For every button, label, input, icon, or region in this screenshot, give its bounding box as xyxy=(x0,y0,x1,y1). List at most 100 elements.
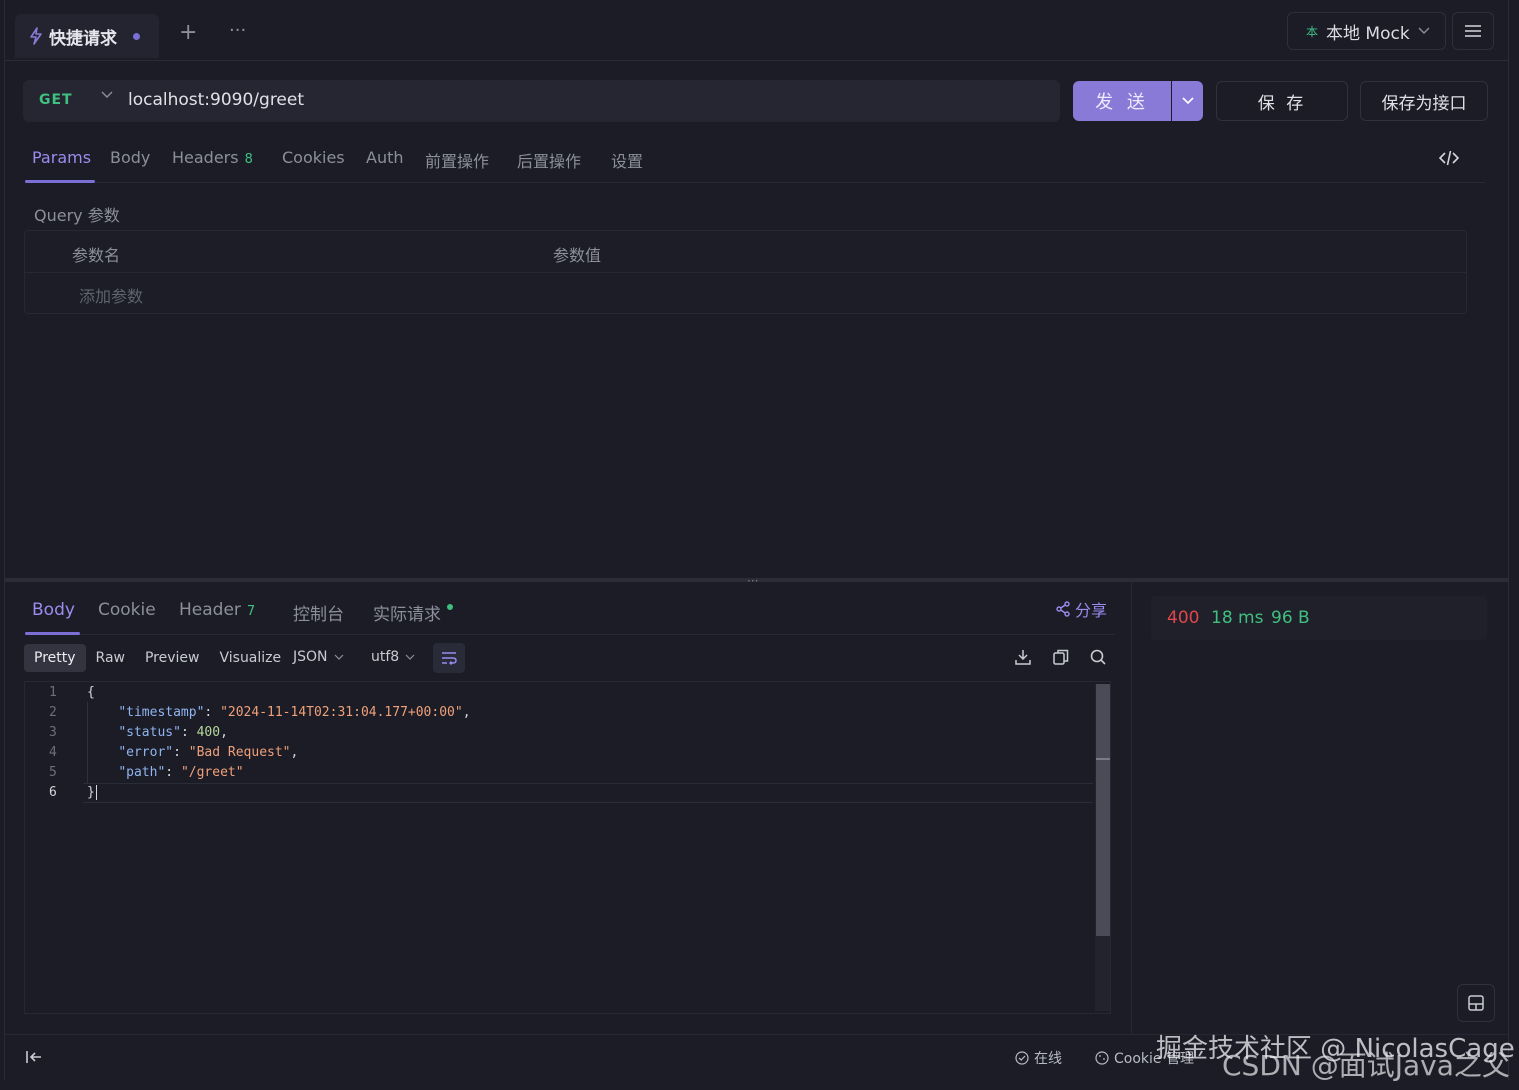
more-tabs-button[interactable]: ··· xyxy=(229,20,246,41)
line-number: 2 xyxy=(49,705,57,720)
request-tab[interactable]: 快捷请求 xyxy=(15,14,159,58)
line-number-gutter: 1 2 3 4 5 6 xyxy=(25,682,83,1013)
tab-response-header[interactable]: Header 7 xyxy=(179,600,255,620)
json-comma: , xyxy=(462,705,471,720)
json-key: "path" xyxy=(118,765,166,780)
headers-count: 8 xyxy=(244,152,253,167)
json-comma: , xyxy=(220,725,228,740)
query-params-table: 参数名 参数值 添加参数 xyxy=(24,230,1467,314)
encoding-dropdown[interactable]: utf8 xyxy=(371,649,415,665)
request-tab-title: 快捷请求 xyxy=(49,28,117,49)
layout-toggle-button[interactable] xyxy=(1457,984,1495,1022)
tab-console[interactable]: 控制台 xyxy=(293,600,344,625)
tab-actual-request-label: 实际请求 xyxy=(373,605,441,625)
status-dot xyxy=(447,604,453,610)
json-brace: } xyxy=(87,785,95,800)
chevron-down-icon[interactable] xyxy=(101,91,113,99)
code-line: "status": 400, xyxy=(118,725,228,740)
tab-response-cookie[interactable]: Cookie xyxy=(98,600,156,620)
splitter-grip-icon[interactable]: ··· xyxy=(747,574,758,588)
download-icon[interactable] xyxy=(1014,648,1032,666)
tab-auth[interactable]: Auth xyxy=(366,148,404,167)
add-param-input[interactable]: 添加参数 xyxy=(79,283,143,307)
code-line: "error": "Bad Request", xyxy=(118,745,299,760)
col-param-name: 参数名 xyxy=(72,246,121,265)
search-icon[interactable] xyxy=(1089,648,1107,666)
query-section-title: Query 参数 xyxy=(34,206,120,225)
tab-actual-request[interactable]: 实际请求 xyxy=(373,600,453,625)
response-status-panel: 400 18 ms 96 B xyxy=(1151,596,1487,640)
tab-post-processors[interactable]: 后置操作 xyxy=(517,148,581,172)
format-dropdown[interactable]: JSON xyxy=(293,649,344,665)
current-line-highlight xyxy=(83,783,1093,803)
format-value: JSON xyxy=(293,649,328,665)
code-icon[interactable] xyxy=(1439,150,1459,166)
cookie-icon xyxy=(1095,1051,1109,1065)
env-mark: 本 xyxy=(1306,24,1319,39)
view-mode-switch: Pretty Raw Preview Visualize xyxy=(24,643,291,673)
line-number: 3 xyxy=(49,725,57,740)
hamburger-icon xyxy=(1465,25,1481,37)
response-size: 96 B xyxy=(1271,608,1310,628)
encoding-value: utf8 xyxy=(371,649,400,665)
unsaved-dot xyxy=(133,32,140,40)
tab-body[interactable]: Body xyxy=(110,148,150,167)
tab-params[interactable]: Params xyxy=(32,148,91,167)
add-tab-button[interactable]: + xyxy=(179,20,197,45)
json-value: "2024-11-14T02:31:04.177+00:00" xyxy=(220,705,463,720)
wrap-icon xyxy=(441,651,457,665)
view-pretty[interactable]: Pretty xyxy=(24,644,86,672)
send-options-button[interactable] xyxy=(1172,81,1203,121)
share-label: 分享 xyxy=(1075,601,1108,620)
tab-response-header-label: Header xyxy=(179,600,241,620)
json-value: "/greet" xyxy=(180,765,244,780)
online-status[interactable]: 在线 xyxy=(1015,1048,1062,1068)
lightning-icon xyxy=(29,27,43,45)
json-value: "Bad Request" xyxy=(188,745,291,760)
json-comma: , xyxy=(290,745,299,760)
save-as-api-button[interactable]: 保存为接口 xyxy=(1360,81,1488,121)
code-line: "timestamp": "2024-11-14T02:31:04.177+00… xyxy=(118,705,471,720)
tab-response-body[interactable]: Body xyxy=(32,600,75,620)
query-table-header: 参数名 参数值 xyxy=(25,231,1466,273)
layout-icon xyxy=(1467,994,1485,1012)
share-button[interactable]: 分享 xyxy=(1055,597,1107,621)
json-key: "error" xyxy=(118,745,174,760)
request-tabs: Params Body Headers 8 Cookies Auth 前置操作 后… xyxy=(25,140,1485,183)
copy-icon[interactable] xyxy=(1052,648,1070,666)
send-button[interactable]: 发 送 xyxy=(1073,81,1171,121)
word-wrap-button[interactable] xyxy=(433,643,465,673)
json-key: "timestamp" xyxy=(118,705,205,720)
environment-selector[interactable]: 本 本地 Mock xyxy=(1287,12,1446,50)
view-visualize[interactable]: Visualize xyxy=(209,644,291,672)
save-button[interactable]: 保 存 xyxy=(1216,81,1348,121)
response-time: 18 ms xyxy=(1211,608,1264,628)
json-value: 400 xyxy=(196,725,221,740)
json-brace: { xyxy=(87,685,95,700)
method-selector[interactable]: GET xyxy=(39,92,73,108)
panel-divider xyxy=(1131,582,1132,1034)
online-label: 在线 xyxy=(1034,1051,1062,1067)
tab-settings[interactable]: 设置 xyxy=(611,148,643,172)
tab-cookies[interactable]: Cookies xyxy=(282,148,345,167)
json-key: "status" xyxy=(118,725,181,740)
active-tab-indicator xyxy=(25,632,80,635)
view-raw[interactable]: Raw xyxy=(86,644,135,672)
tab-headers[interactable]: Headers 8 xyxy=(172,148,253,167)
scrollbar-thumb[interactable] xyxy=(1096,684,1110,936)
tab-pre-processors[interactable]: 前置操作 xyxy=(425,148,489,172)
chevron-down-icon xyxy=(405,654,415,660)
response-body-editor[interactable]: 1 2 3 4 5 6 { "timestamp": "2024-11-14T0… xyxy=(24,681,1111,1014)
check-circle-icon xyxy=(1015,1051,1029,1065)
menu-button[interactable] xyxy=(1452,12,1494,50)
watermark-csdn: CSDN @面试Java之父 xyxy=(1222,1049,1510,1082)
collapse-sidebar-icon[interactable] xyxy=(25,1049,43,1065)
scrollbar-marker xyxy=(1096,758,1110,760)
line-number: 6 xyxy=(49,785,57,800)
line-number: 5 xyxy=(49,765,57,780)
url-input[interactable]: localhost:9090/greet xyxy=(128,90,304,110)
view-preview[interactable]: Preview xyxy=(135,644,210,672)
share-icon xyxy=(1055,601,1071,617)
chevron-down-icon xyxy=(1418,27,1430,35)
active-tab-indicator xyxy=(25,180,95,183)
